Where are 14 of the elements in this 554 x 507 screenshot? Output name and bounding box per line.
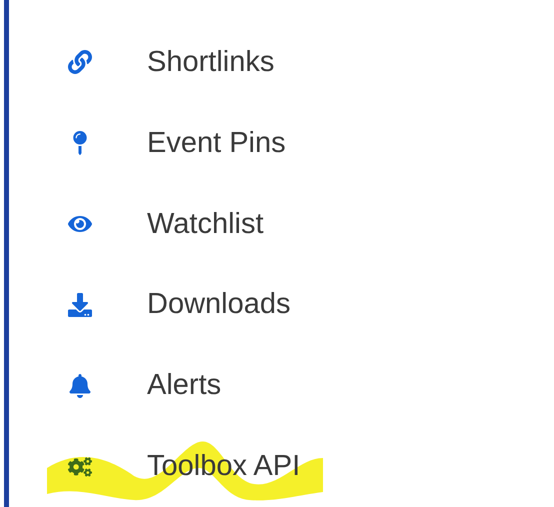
menu-item-label: Watchlist	[147, 208, 264, 241]
download-icon	[68, 292, 92, 317]
menu-item-label: Downloads	[147, 288, 290, 322]
menu-item[interactable]: Alerts	[9, 356, 222, 416]
menu-item-label: Shortlinks	[147, 46, 274, 79]
menu-item-label: Event Pins	[147, 126, 286, 160]
bell-icon	[68, 374, 92, 398]
gears-icon	[68, 454, 92, 479]
menu-item[interactable]: Downloads	[9, 274, 290, 335]
menu-item[interactable]: Shortlinks	[9, 32, 274, 92]
link-icon	[68, 50, 92, 74]
menu-item[interactable]: Event Pins	[9, 113, 286, 174]
menu-item[interactable]: Watchlist	[9, 194, 264, 254]
menu-item-label: Alerts	[147, 369, 222, 402]
